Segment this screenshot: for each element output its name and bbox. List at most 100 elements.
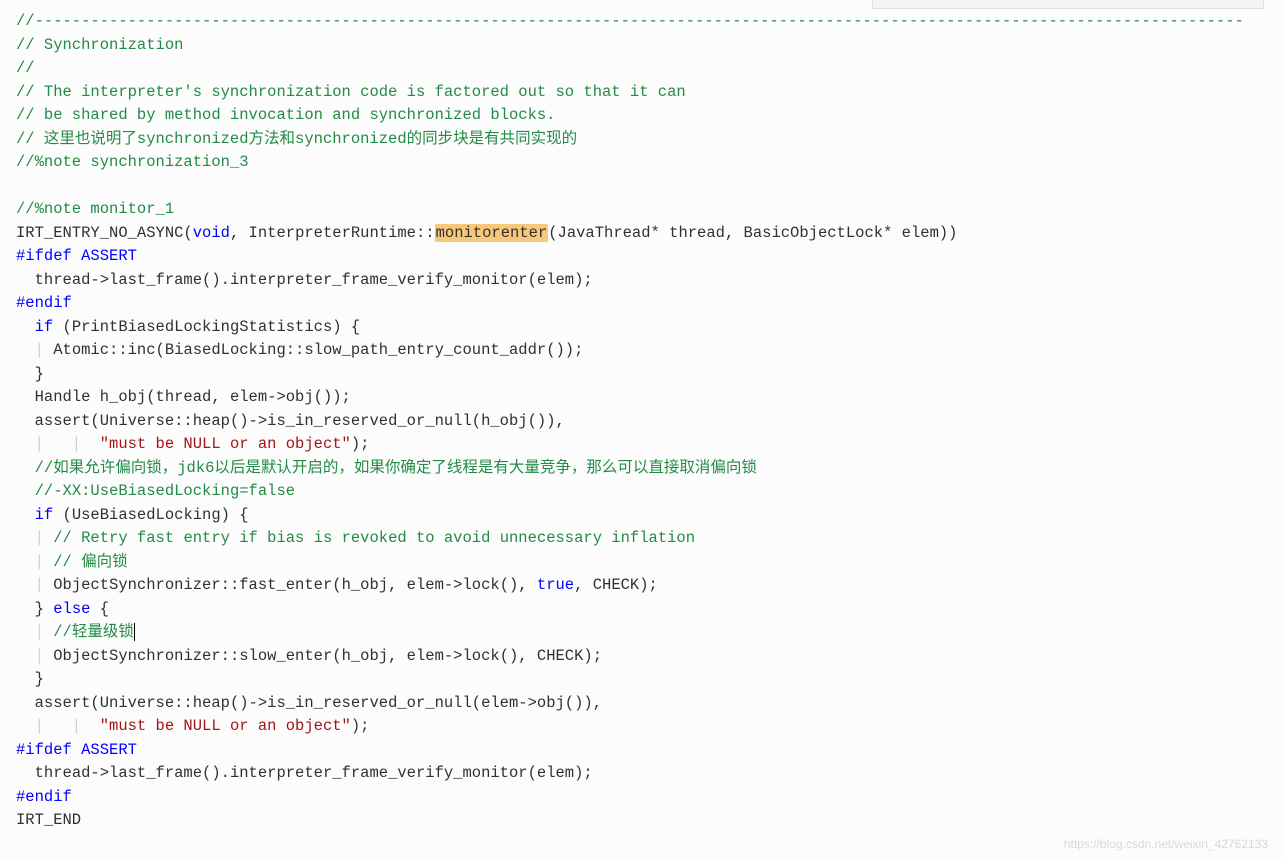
code-line: #endif (16, 292, 1266, 316)
token-pl: ObjectSynchronizer::fast_enter(h_obj, el… (53, 576, 537, 594)
token-guide (16, 388, 35, 406)
code-line: assert(Universe::heap()->is_in_reserved_… (16, 692, 1266, 716)
token-cmt: // Retry fast entry if bias is revoked t… (53, 529, 695, 547)
token-guide (16, 764, 35, 782)
code-line: thread->last_frame().interpreter_frame_v… (16, 269, 1266, 293)
code-line: //--------------------------------------… (16, 10, 1266, 34)
code-line: | // Retry fast entry if bias is revoked… (16, 527, 1266, 551)
code-line: //%note synchronization_3 (16, 151, 1266, 175)
token-guide: | | (16, 717, 100, 735)
token-pl: assert(Universe::heap()->is_in_reserved_… (35, 694, 602, 712)
token-pl: thread->last_frame().interpreter_frame_v… (35, 764, 593, 782)
code-line: // (16, 57, 1266, 81)
token-pl: Handle h_obj(thread, elem->obj()); (35, 388, 351, 406)
token-guide: | (16, 529, 53, 547)
token-kw: if (35, 506, 54, 524)
watermark: https://blog.csdn.net/weixin_42762133 (1064, 833, 1268, 857)
token-pl: (PrintBiasedLockingStatistics) { (53, 318, 360, 336)
code-line: assert(Universe::heap()->is_in_reserved_… (16, 410, 1266, 434)
token-cmt: //--------------------------------------… (16, 12, 1244, 30)
token-guide: | (16, 576, 53, 594)
token-cmt: // 这里也说明了synchronized方法和synchronized的同步块… (16, 130, 577, 148)
token-pl: ObjectSynchronizer::slow_enter(h_obj, el… (53, 647, 602, 665)
token-kw: #ifdef ASSERT (16, 741, 137, 759)
token-pl: ); (351, 717, 370, 735)
code-line: // be shared by method invocation and sy… (16, 104, 1266, 128)
code-line: // Synchronization (16, 34, 1266, 58)
token-cursor (134, 623, 135, 641)
code-line: Handle h_obj(thread, elem->obj()); (16, 386, 1266, 410)
token-cmt: //%note synchronization_3 (16, 153, 249, 171)
token-guide (16, 318, 35, 336)
token-pl: { (90, 600, 109, 618)
token-pl: (JavaThread* thread, BasicObjectLock* el… (548, 224, 957, 242)
token-pl: Atomic::inc(BiasedLocking::slow_path_ent… (53, 341, 583, 359)
token-str: "must be NULL or an object" (100, 435, 351, 453)
token-guide: | (16, 623, 53, 641)
code-block: //--------------------------------------… (0, 0, 1282, 845)
token-cmt: //%note monitor_1 (16, 200, 174, 218)
token-cmt: //如果允许偏向锁，jdk6以后是默认开启的，如果你确定了线程是有大量竞争，那么… (35, 459, 757, 477)
top-right-box (872, 0, 1264, 9)
token-kw: #endif (16, 294, 72, 312)
code-line: // The interpreter's synchronization cod… (16, 81, 1266, 105)
token-cmt: // Synchronization (16, 36, 183, 54)
token-cmt: //-XX:UseBiasedLocking=false (35, 482, 295, 500)
code-line: if (PrintBiasedLockingStatistics) { (16, 316, 1266, 340)
token-cmt: // The interpreter's synchronization cod… (16, 83, 686, 101)
code-line: //如果允许偏向锁，jdk6以后是默认开启的，如果你确定了线程是有大量竞争，那么… (16, 457, 1266, 481)
token-pl: , CHECK); (574, 576, 658, 594)
code-line: | | "must be NULL or an object"); (16, 433, 1266, 457)
token-kw: true (537, 576, 574, 594)
token-guide: | (16, 553, 53, 571)
code-line: thread->last_frame().interpreter_frame_v… (16, 762, 1266, 786)
token-str: "must be NULL or an object" (100, 717, 351, 735)
code-line: | //轻量级锁 (16, 621, 1266, 645)
token-guide: | | (16, 435, 100, 453)
code-line: #ifdef ASSERT (16, 739, 1266, 763)
code-line: IRT_END (16, 809, 1266, 833)
code-line: } (16, 363, 1266, 387)
code-line: | Atomic::inc(BiasedLocking::slow_path_e… (16, 339, 1266, 363)
token-kw: void (193, 224, 230, 242)
token-pl: assert(Universe::heap()->is_in_reserved_… (35, 412, 565, 430)
token-cmt: // be shared by method invocation and sy… (16, 106, 556, 124)
token-pl: } (35, 600, 54, 618)
token-cmt: //轻量级锁 (53, 623, 134, 641)
code-line: | ObjectSynchronizer::slow_enter(h_obj, … (16, 645, 1266, 669)
token-guide (16, 459, 35, 477)
code-line: } else { (16, 598, 1266, 622)
code-line: | // 偏向锁 (16, 551, 1266, 575)
token-guide (16, 670, 35, 688)
code-line: // 这里也说明了synchronized方法和synchronized的同步块… (16, 128, 1266, 152)
token-kw: if (35, 318, 54, 336)
token-pl: ); (351, 435, 370, 453)
token-guide (16, 271, 35, 289)
token-pl: IRT_END (16, 811, 81, 829)
code-line: #endif (16, 786, 1266, 810)
token-guide: | (16, 647, 53, 665)
token-guide (16, 412, 35, 430)
token-cmt: // (16, 59, 35, 77)
code-line (16, 175, 1266, 199)
code-line: #ifdef ASSERT (16, 245, 1266, 269)
token-pl: , InterpreterRuntime:: (230, 224, 435, 242)
code-line: IRT_ENTRY_NO_ASYNC(void, InterpreterRunt… (16, 222, 1266, 246)
token-guide (16, 365, 35, 383)
token-pl: (UseBiasedLocking) { (53, 506, 248, 524)
token-pl: IRT_ENTRY_NO_ASYNC( (16, 224, 193, 242)
token-pl: thread->last_frame().interpreter_frame_v… (35, 271, 593, 289)
token-pl: } (35, 670, 44, 688)
token-cmt: // 偏向锁 (53, 553, 127, 571)
code-line: | ObjectSynchronizer::fast_enter(h_obj, … (16, 574, 1266, 598)
token-guide: | (16, 341, 53, 359)
token-guide (16, 600, 35, 618)
token-guide (16, 482, 35, 500)
token-kw: #ifdef ASSERT (16, 247, 137, 265)
token-kw: #endif (16, 788, 72, 806)
token-kw: else (53, 600, 90, 618)
code-line: //%note monitor_1 (16, 198, 1266, 222)
code-line: if (UseBiasedLocking) { (16, 504, 1266, 528)
token-hl: monitorenter (435, 224, 549, 242)
code-line: | | "must be NULL or an object"); (16, 715, 1266, 739)
